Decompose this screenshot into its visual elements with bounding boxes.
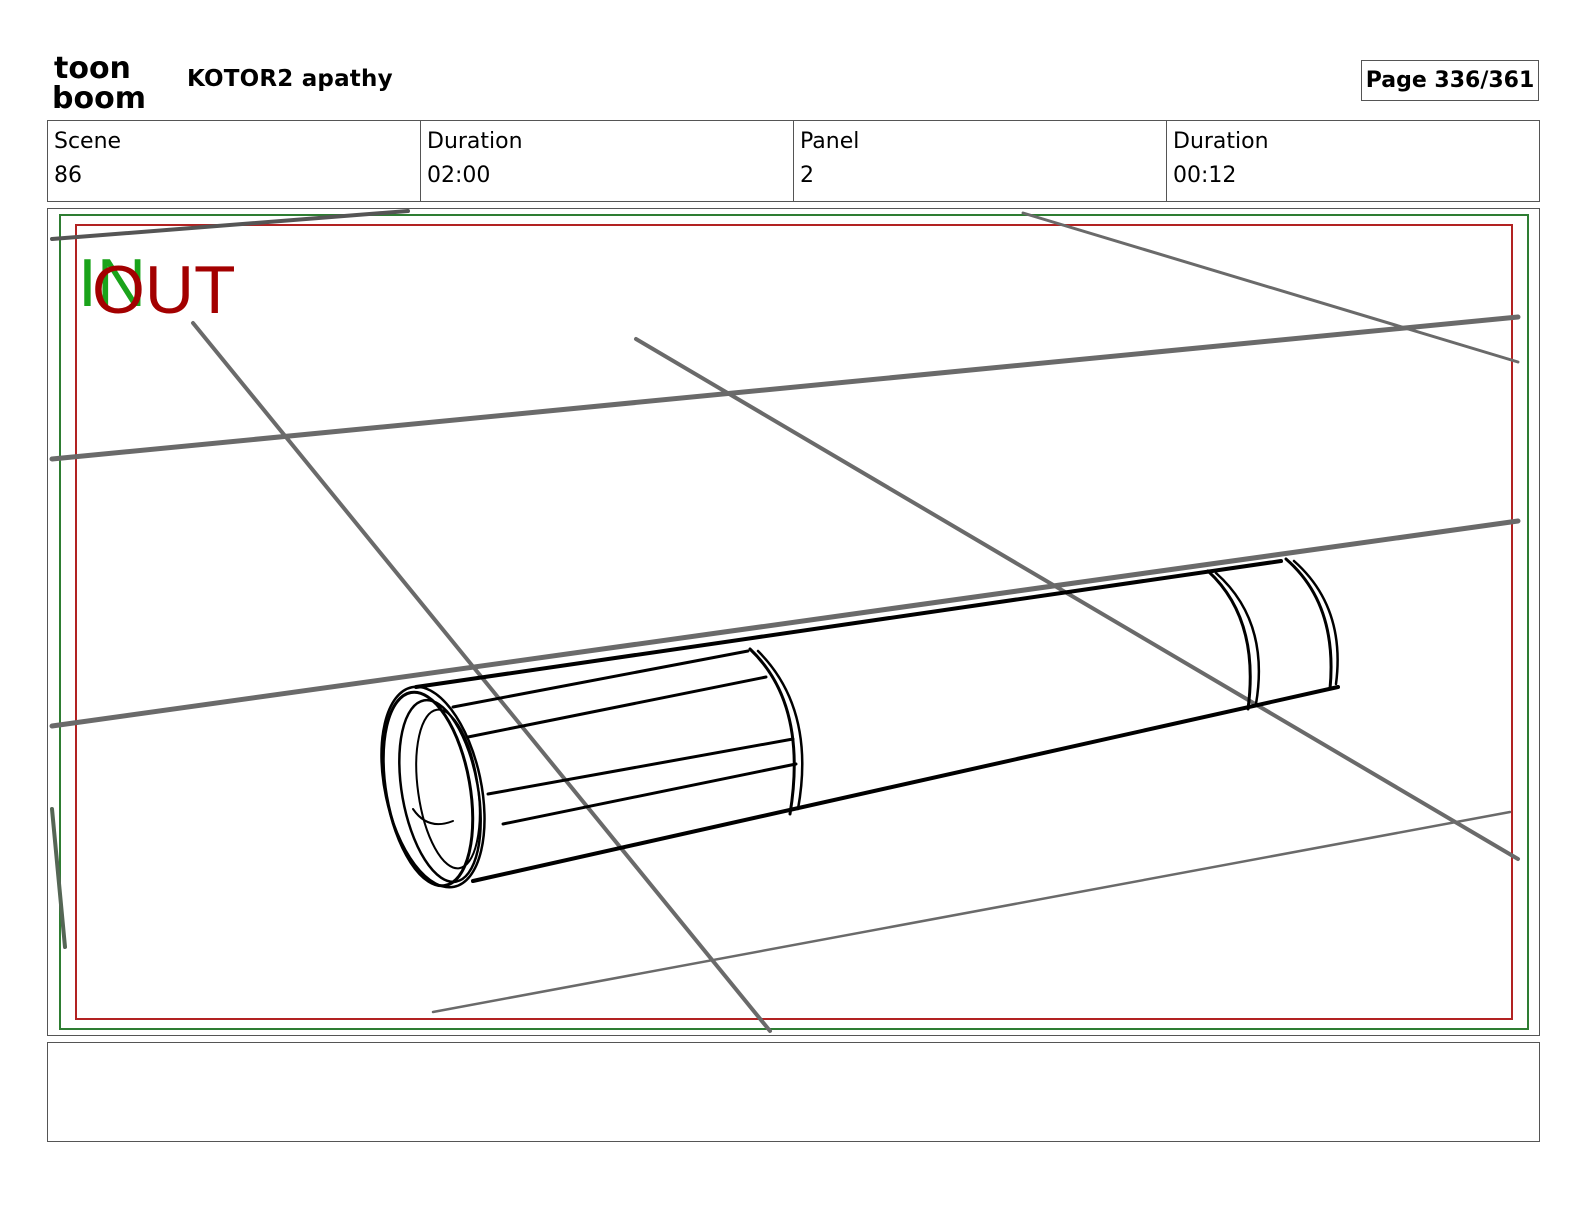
caption-box	[47, 1042, 1540, 1142]
toonboom-logo: toon boom	[52, 51, 146, 112]
panel-sketch: IN OUT	[49, 209, 1529, 1033]
guide-lines	[49, 209, 1521, 1033]
scene-label: Scene	[54, 129, 122, 154]
tube-sketch	[380, 557, 1340, 889]
logo-line2: boom	[52, 81, 146, 112]
scene-value: 86	[54, 163, 82, 188]
panel-duration-label: Duration	[1173, 129, 1269, 154]
storyboard-panel: IN OUT	[47, 208, 1540, 1036]
scene-duration-label: Duration	[427, 129, 523, 154]
panel-cell: Panel 2	[794, 121, 1167, 201]
panel-duration-cell: Duration 00:12	[1167, 121, 1539, 201]
out-marker: OUT	[92, 252, 236, 328]
scene-info-table: Scene 86 Duration 02:00 Panel 2 Duration…	[47, 120, 1540, 202]
scene-cell: Scene 86	[48, 121, 421, 201]
panel-duration-value: 00:12	[1173, 163, 1237, 188]
panel-value: 2	[800, 163, 814, 188]
panel-label: Panel	[800, 129, 860, 154]
scene-duration-cell: Duration 02:00	[421, 121, 794, 201]
scene-duration-value: 02:00	[427, 163, 491, 188]
project-title: KOTOR2 apathy	[187, 66, 393, 92]
page-indicator: Page 336/361	[1361, 60, 1539, 101]
